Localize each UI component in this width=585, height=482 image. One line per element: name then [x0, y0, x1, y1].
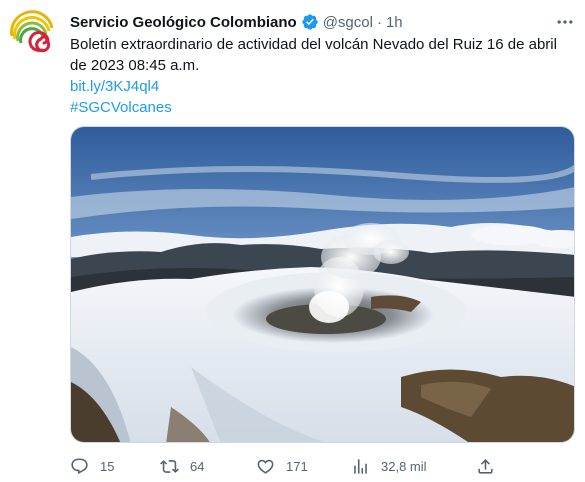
separator-dot: · — [376, 13, 382, 31]
like-button[interactable]: 171 — [256, 457, 308, 476]
tweet-media-photo[interactable] — [70, 126, 575, 443]
more-horizontal-icon — [557, 20, 573, 24]
volcano-photo — [71, 127, 574, 442]
verified-badge-icon — [301, 13, 319, 31]
sgc-logo-icon — [10, 10, 54, 53]
reply-icon — [71, 458, 88, 474]
timestamp[interactable]: 1h — [386, 14, 403, 31]
share-button[interactable] — [476, 457, 506, 476]
views-icon — [354, 458, 367, 474]
tweet-actions: 15 64 171 32,8 mil — [70, 455, 500, 477]
tweet-body: Boletín extraordinario de actividad del … — [70, 36, 557, 74]
retweet-icon — [160, 459, 179, 473]
retweet-button[interactable]: 64 — [160, 457, 204, 476]
tweet-link[interactable]: bit.ly/3KJ4ql4 — [70, 76, 570, 97]
reply-count: 15 — [100, 458, 115, 474]
tweet-hashtag[interactable]: #SGCVolcanes — [70, 97, 570, 118]
views-button[interactable]: 32,8 mil — [351, 457, 427, 476]
author-handle[interactable]: @sgcol — [323, 14, 373, 31]
like-count: 171 — [286, 458, 308, 474]
reply-button[interactable]: 15 — [70, 457, 114, 476]
tweet[interactable]: Servicio Geológico Colombiano @sgcol · 1… — [0, 0, 585, 482]
heart-icon — [257, 459, 274, 474]
retweet-count: 64 — [190, 458, 205, 474]
author-name[interactable]: Servicio Geológico Colombiano — [70, 14, 297, 31]
views-count: 32,8 mil — [381, 458, 427, 474]
tweet-text: Boletín extraordinario de actividad del … — [70, 34, 570, 118]
more-options-button[interactable] — [553, 10, 577, 34]
share-icon — [478, 458, 493, 474]
tweet-header: Servicio Geológico Colombiano @sgcol · 1… — [70, 11, 585, 33]
avatar[interactable] — [8, 10, 60, 62]
